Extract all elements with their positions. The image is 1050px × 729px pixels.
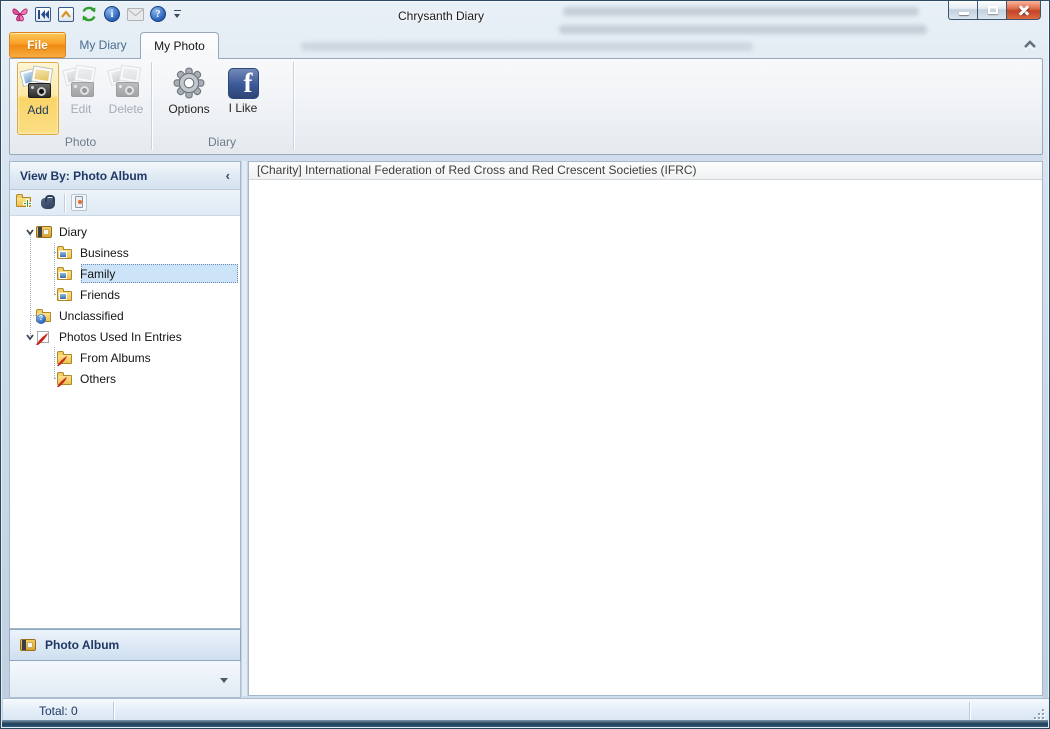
info-icon[interactable]: i: [103, 5, 121, 23]
photo-album-icon: [36, 224, 54, 240]
photo-album-icon: [20, 637, 38, 653]
add-button[interactable]: Add: [17, 62, 59, 135]
quill-page-icon: [36, 329, 54, 345]
export-device-icon[interactable]: [71, 194, 89, 211]
ribbon-group-separator: [293, 62, 294, 150]
file-tab-button[interactable]: File: [9, 32, 66, 58]
tree-item-diary[interactable]: Diary: [10, 221, 240, 242]
sidebar-collapse-icon[interactable]: ‹: [226, 168, 230, 183]
nav-pane-options: [9, 661, 241, 698]
ghost-text-blur: [559, 25, 927, 34]
tree-item-unclassified[interactable]: ? Unclassified: [10, 305, 240, 326]
app-window: Chrysanth Diary i ? File My Diary: [0, 0, 1050, 729]
group-label-diary: Diary: [151, 135, 293, 151]
question-folder-icon: ?: [36, 308, 54, 324]
workspace: View By: Photo Album ‹: [9, 155, 1043, 698]
photo-folder-icon: [57, 266, 75, 282]
help-icon[interactable]: ?: [149, 5, 167, 23]
ribbon-collapse-icon[interactable]: [1023, 38, 1037, 50]
tree-item-friends[interactable]: Friends: [10, 284, 240, 305]
photo-folder-icon: [57, 287, 75, 303]
tree-item-photos-used-in-entries[interactable]: Photos Used In Entries: [10, 326, 240, 347]
window-controls: [948, 1, 1041, 20]
group-label-photo: Photo: [10, 135, 151, 151]
tree-item-family[interactable]: Family: [10, 263, 240, 284]
edit-photo-icon: [64, 66, 98, 100]
app-butterfly-icon[interactable]: [11, 5, 29, 23]
maximize-button[interactable]: [978, 1, 1007, 20]
sidebar-header: View By: Photo Album ‹: [10, 162, 240, 190]
minimize-button[interactable]: [948, 1, 978, 20]
album-bag-icon[interactable]: [40, 194, 58, 211]
sidebar-splitter[interactable]: [241, 161, 248, 696]
mail-icon[interactable]: [126, 5, 144, 23]
maximize-icon: [988, 6, 998, 14]
minimize-icon: [959, 12, 969, 15]
add-album-icon[interactable]: [16, 194, 34, 211]
facebook-icon: f: [228, 68, 259, 99]
toolbar-separator: [64, 194, 65, 212]
quill-folder-icon: [57, 371, 75, 387]
tree-item-business[interactable]: Business: [10, 242, 240, 263]
album-tree: Diary Business Family: [10, 216, 240, 628]
dropdown-arrow-icon[interactable]: [220, 678, 228, 683]
nav-first-icon[interactable]: [34, 5, 52, 23]
resize-grip[interactable]: [1032, 707, 1044, 719]
tab-my-photo[interactable]: My Photo: [140, 32, 219, 59]
refresh-icon[interactable]: [80, 5, 98, 23]
sidebar-photo-album: View By: Photo Album ‹: [9, 161, 241, 629]
tab-my-diary[interactable]: My Diary: [67, 32, 139, 58]
options-button[interactable]: Options: [160, 62, 218, 135]
edit-button[interactable]: Edit: [60, 62, 102, 135]
qat-customize-dropdown-icon[interactable]: [172, 7, 184, 21]
sidebar-toolbar: [10, 190, 240, 216]
close-button[interactable]: [1007, 1, 1041, 20]
ghost-text-blur: [301, 42, 753, 51]
add-photo-icon: [21, 67, 55, 101]
nav-up-icon[interactable]: [57, 5, 75, 23]
delete-button[interactable]: Delete: [102, 62, 150, 135]
ribbon: Add Edit Delete Photo Options: [9, 58, 1043, 155]
content-group-header[interactable]: [Charity] International Federation of Re…: [249, 162, 1042, 180]
photo-album-nav-button[interactable]: Photo Album: [9, 629, 241, 661]
sidebar-title: View By: Photo Album: [20, 169, 226, 183]
quick-access-toolbar: i ?: [11, 5, 184, 23]
quill-folder-icon: [57, 350, 75, 366]
delete-photo-icon: [109, 66, 143, 100]
photo-folder-icon: [57, 245, 75, 261]
tree-item-others[interactable]: Others: [10, 368, 240, 389]
photo-content-area: [Charity] International Federation of Re…: [248, 161, 1043, 696]
window-frame-bottom: [2, 720, 1048, 727]
tree-item-from-albums[interactable]: From Albums: [10, 347, 240, 368]
options-gear-icon: [172, 66, 206, 100]
i-like-button[interactable]: f I Like: [220, 62, 266, 135]
chevron-expanded-icon[interactable]: [24, 226, 36, 238]
